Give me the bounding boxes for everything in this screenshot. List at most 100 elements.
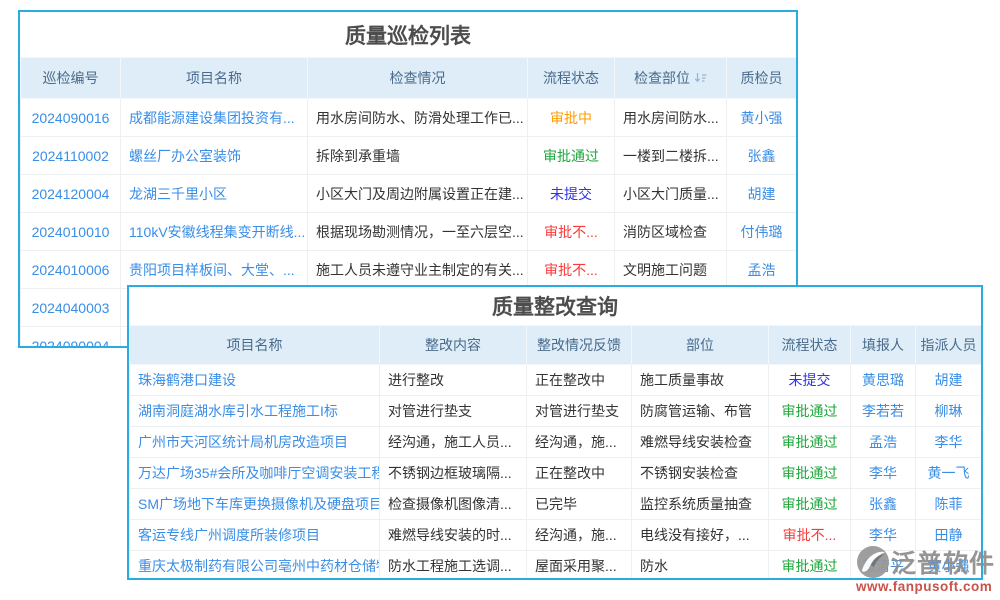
- part-text: 防腐管运输、布管: [632, 396, 769, 427]
- rectification-row[interactable]: 珠海鹤港口建设 进行整改 正在整改中 施工质量事故 未提交 黄思璐 胡建: [130, 365, 982, 396]
- check-location-text: 消防区域检查: [615, 213, 727, 251]
- fanpu-watermark: 泛普软件 www.fanpusoft.com: [856, 544, 1000, 594]
- inspection-id-link[interactable]: 2024010006: [21, 251, 121, 289]
- column-header-inspection-id: 巡检编号: [21, 58, 121, 99]
- rectification-row[interactable]: 客运专线广州调度所装修项目 难燃导线安装的时... 经沟通，施... 电线没有接…: [130, 520, 982, 551]
- flow-status-badge: 审批不...: [528, 251, 615, 289]
- part-text: 防水: [632, 551, 769, 581]
- rectify-content-text: 防水工程施工选调...: [380, 551, 527, 581]
- check-location-text: 一楼到二楼拆...: [615, 137, 727, 175]
- rectify-content-text: 对管进行垫支: [380, 396, 527, 427]
- inspection-id-link[interactable]: 2024040003: [21, 289, 121, 327]
- assignee-link[interactable]: 李华: [916, 427, 982, 458]
- rectify-content-text: 不锈钢边框玻璃隔...: [380, 458, 527, 489]
- inspection-row[interactable]: 2024090016 成都能源建设集团投资有... 用水房间防水、防滑处理工作已…: [21, 99, 797, 137]
- inspector-link[interactable]: 孟浩: [727, 251, 797, 289]
- rectify-feedback-text: 正在整改中: [527, 458, 632, 489]
- flow-status-badge: 审批通过: [769, 458, 851, 489]
- inspection-row[interactable]: 2024110002 螺丝厂办公室装饰 拆除到承重墙 审批通过 一楼到二楼拆..…: [21, 137, 797, 175]
- column-header-flow-status: 流程状态: [528, 58, 615, 99]
- rectification-row[interactable]: 湖南洞庭湖水库引水工程施工I标 对管进行垫支 对管进行垫支 防腐管运输、布管 审…: [130, 396, 982, 427]
- column-header-project-name: 项目名称: [121, 58, 308, 99]
- column-header-part: 部位: [632, 326, 769, 365]
- project-name-link[interactable]: 珠海鹤港口建设: [130, 365, 380, 396]
- assignee-link[interactable]: 胡建: [916, 365, 982, 396]
- flow-status-badge: 未提交: [769, 365, 851, 396]
- rectification-query-window: 质量整改查询 项目名称 整改内容 整改情况反馈 部位 流程状态 填报人 指派人员…: [127, 285, 983, 580]
- reporter-link[interactable]: 李若若: [851, 396, 916, 427]
- sort-descending-icon[interactable]: [694, 72, 707, 84]
- column-header-flow-status: 流程状态: [769, 326, 851, 365]
- project-name-link[interactable]: 成都能源建设集团投资有...: [121, 99, 308, 137]
- inspection-header-row: 巡检编号 项目名称 检查情况 流程状态 检查部位 质检员: [21, 58, 797, 99]
- rectification-row[interactable]: 广州市天河区统计局机房改造项目 经沟通，施工人员... 经沟通，施... 难燃导…: [130, 427, 982, 458]
- column-header-project-name: 项目名称: [130, 326, 380, 365]
- assignee-link[interactable]: 柳琳: [916, 396, 982, 427]
- project-name-link[interactable]: 万达广场35#会所及咖啡厅空调安装工程: [130, 458, 380, 489]
- rectification-row[interactable]: 重庆太极制药有限公司亳州中药材仓储物流 防水工程施工选调... 屋面采用聚...…: [130, 551, 982, 581]
- rectification-row[interactable]: 万达广场35#会所及咖啡厅空调安装工程 不锈钢边框玻璃隔... 正在整改中 不锈…: [130, 458, 982, 489]
- inspection-row[interactable]: 2024120004 龙湖三千里小区 小区大门及周边附属设置正在建... 未提交…: [21, 175, 797, 213]
- watermark-url-text: www.fanpusoft.com: [856, 579, 1000, 594]
- check-detail-text: 拆除到承重墙: [308, 137, 528, 175]
- rectification-row[interactable]: SM广场地下车库更换摄像机及硬盘项目 检查摄像机图像清... 已完毕 监控系统质…: [130, 489, 982, 520]
- reporter-link[interactable]: 孟浩: [851, 427, 916, 458]
- rectify-content-text: 检查摄像机图像清...: [380, 489, 527, 520]
- rectify-feedback-text: 屋面采用聚...: [527, 551, 632, 581]
- inspector-link[interactable]: 黄小强: [727, 99, 797, 137]
- check-location-text: 用水房间防水...: [615, 99, 727, 137]
- column-header-rectify-feedback: 整改情况反馈: [527, 326, 632, 365]
- inspection-id-link[interactable]: 2024010010: [21, 213, 121, 251]
- project-name-link[interactable]: 广州市天河区统计局机房改造项目: [130, 427, 380, 458]
- inspector-link[interactable]: 付伟璐: [727, 213, 797, 251]
- inspection-id-link[interactable]: 2024120004: [21, 175, 121, 213]
- part-text: 不锈钢安装检查: [632, 458, 769, 489]
- inspection-id-link[interactable]: 2024090004: [21, 327, 121, 349]
- assignee-link[interactable]: 黄一飞: [916, 458, 982, 489]
- rectify-feedback-text: 已完毕: [527, 489, 632, 520]
- check-detail-text: 小区大门及周边附属设置正在建...: [308, 175, 528, 213]
- column-header-reporter: 填报人: [851, 326, 916, 365]
- reporter-link[interactable]: 黄思璐: [851, 365, 916, 396]
- project-name-link[interactable]: 贵阳项目样板间、大堂、...: [121, 251, 308, 289]
- column-header-inspector: 质检员: [727, 58, 797, 99]
- inspection-row[interactable]: 2024010010 110kV安徽线程集变开断线... 根据现场勘测情况，一至…: [21, 213, 797, 251]
- project-name-link[interactable]: 龙湖三千里小区: [121, 175, 308, 213]
- project-name-link[interactable]: 湖南洞庭湖水库引水工程施工I标: [130, 396, 380, 427]
- rectify-feedback-text: 经沟通，施...: [527, 427, 632, 458]
- project-name-link[interactable]: 螺丝厂办公室装饰: [121, 137, 308, 175]
- reporter-link[interactable]: 张鑫: [851, 489, 916, 520]
- inspection-id-link[interactable]: 2024090016: [21, 99, 121, 137]
- inspection-row[interactable]: 2024010006 贵阳项目样板间、大堂、... 施工人员未遵守业主制定的有关…: [21, 251, 797, 289]
- inspection-window-title: 质量巡检列表: [20, 12, 796, 57]
- part-text: 电线没有接好，...: [632, 520, 769, 551]
- part-text: 难燃导线安装检查: [632, 427, 769, 458]
- project-name-link[interactable]: 110kV安徽线程集变开断线...: [121, 213, 308, 251]
- reporter-link[interactable]: 李华: [851, 458, 916, 489]
- rectify-feedback-text: 正在整改中: [527, 365, 632, 396]
- check-detail-text: 根据现场勘测情况，一至六层空...: [308, 213, 528, 251]
- flow-status-badge: 未提交: [528, 175, 615, 213]
- rectification-table: 项目名称 整改内容 整改情况反馈 部位 流程状态 填报人 指派人员 珠海鹤港口建…: [129, 325, 982, 580]
- rectification-window-title: 质量整改查询: [129, 287, 981, 325]
- rectify-content-text: 难燃导线安装的时...: [380, 520, 527, 551]
- rectify-content-text: 进行整改: [380, 365, 527, 396]
- project-name-link[interactable]: 重庆太极制药有限公司亳州中药材仓储物流: [130, 551, 380, 581]
- column-header-rectify-content: 整改内容: [380, 326, 527, 365]
- project-name-link[interactable]: 客运专线广州调度所装修项目: [130, 520, 380, 551]
- check-location-text: 小区大门质量...: [615, 175, 727, 213]
- column-header-check-location[interactable]: 检查部位: [615, 58, 727, 99]
- flow-status-badge: 审批通过: [769, 489, 851, 520]
- inspector-link[interactable]: 张鑫: [727, 137, 797, 175]
- column-header-assignee: 指派人员: [916, 326, 982, 365]
- part-text: 监控系统质量抽查: [632, 489, 769, 520]
- flow-status-badge: 审批不...: [528, 213, 615, 251]
- rectify-feedback-text: 对管进行垫支: [527, 396, 632, 427]
- flow-status-badge: 审批通过: [769, 551, 851, 581]
- check-detail-text: 用水房间防水、防滑处理工作已...: [308, 99, 528, 137]
- part-text: 施工质量事故: [632, 365, 769, 396]
- inspection-id-link[interactable]: 2024110002: [21, 137, 121, 175]
- assignee-link[interactable]: 陈菲: [916, 489, 982, 520]
- inspector-link[interactable]: 胡建: [727, 175, 797, 213]
- project-name-link[interactable]: SM广场地下车库更换摄像机及硬盘项目: [130, 489, 380, 520]
